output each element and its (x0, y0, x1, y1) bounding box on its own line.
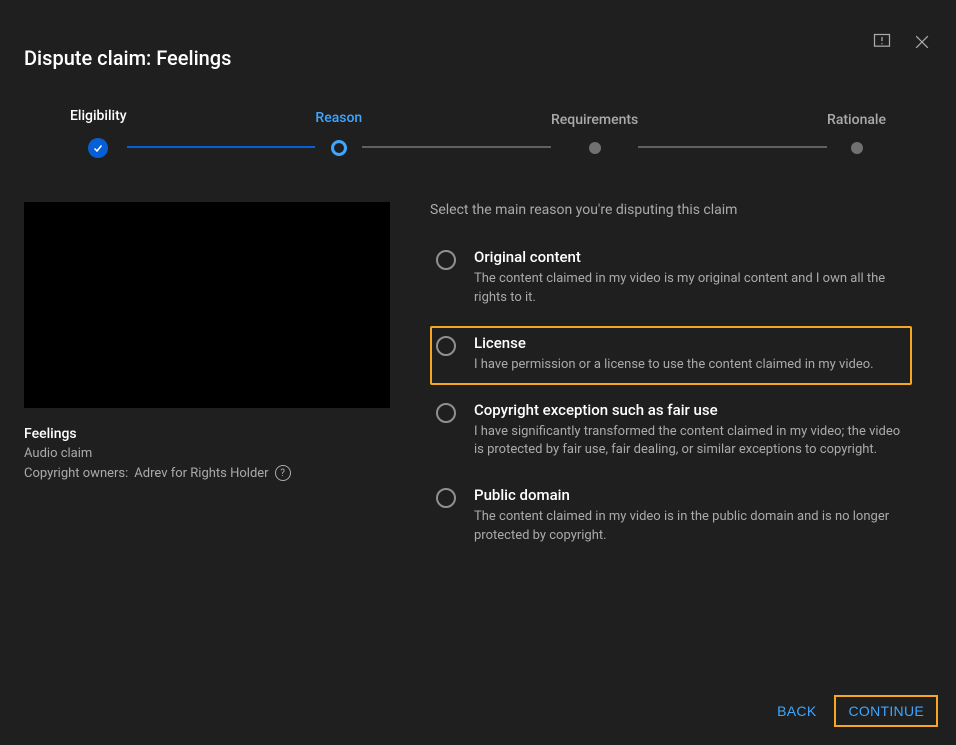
video-meta: Feelings Audio claim Copyright owners: A… (24, 426, 390, 481)
dialog-header: Dispute claim: Feelings (0, 0, 956, 70)
video-panel: Feelings Audio claim Copyright owners: A… (24, 202, 390, 556)
stepper: Eligibility Reason Requirements Rational… (70, 108, 886, 158)
reason-panel: Select the main reason you're disputing … (430, 202, 932, 556)
reason-prompt: Select the main reason you're disputing … (430, 202, 912, 218)
step-reason[interactable]: Reason (315, 110, 362, 156)
option-desc: The content claimed in my video is in th… (474, 508, 906, 546)
option-body: License I have permission or a license t… (474, 334, 906, 375)
dialog-footer: BACK CONTINUE (763, 695, 938, 727)
option-title: Copyright exception such as fair use (474, 401, 906, 419)
option-fair-use[interactable]: Copyright exception such as fair use I h… (430, 393, 912, 471)
step-label: Eligibility (70, 108, 127, 124)
step-line (127, 146, 316, 148)
step-label: Rationale (827, 112, 886, 128)
content: Feelings Audio claim Copyright owners: A… (0, 158, 956, 556)
claim-type: Audio claim (24, 446, 390, 461)
step-label: Reason (315, 110, 362, 126)
step-dot-active (331, 140, 347, 156)
step-rationale: Rationale (827, 112, 886, 154)
option-body: Public domain The content claimed in my … (474, 486, 906, 546)
owners-value: Adrev for Rights Holder (134, 466, 268, 481)
option-body: Copyright exception such as fair use I h… (474, 401, 906, 461)
video-title: Feelings (24, 426, 390, 442)
copyright-owners: Copyright owners: Adrev for Rights Holde… (24, 465, 390, 481)
option-desc: The content claimed in my video is my or… (474, 270, 906, 308)
option-title: Public domain (474, 486, 906, 504)
radio-icon (436, 250, 456, 270)
radio-icon (436, 403, 456, 423)
option-desc: I have significantly transformed the con… (474, 423, 906, 461)
back-button[interactable]: BACK (763, 695, 830, 727)
dialog-title: Dispute claim: Feelings (24, 24, 231, 70)
step-dot-pending (851, 142, 863, 154)
reason-options: Original content The content claimed in … (430, 240, 912, 556)
step-eligibility[interactable]: Eligibility (70, 108, 127, 158)
step-dot-completed (88, 138, 108, 158)
radio-icon (436, 488, 456, 508)
close-icon[interactable] (912, 32, 932, 52)
continue-button[interactable]: CONTINUE (834, 695, 938, 727)
step-requirements: Requirements (551, 112, 638, 154)
option-desc: I have permission or a license to use th… (474, 356, 906, 375)
option-body: Original content The content claimed in … (474, 248, 906, 308)
radio-icon (436, 336, 456, 356)
option-title: License (474, 334, 906, 352)
option-public-domain[interactable]: Public domain The content claimed in my … (430, 478, 912, 556)
step-label: Requirements (551, 112, 638, 128)
video-thumbnail[interactable] (24, 202, 390, 408)
option-license[interactable]: License I have permission or a license t… (430, 326, 912, 385)
step-line (362, 146, 551, 148)
option-original[interactable]: Original content The content claimed in … (430, 240, 912, 318)
option-title: Original content (474, 248, 906, 266)
header-icons (872, 24, 932, 52)
step-line (638, 146, 827, 148)
help-icon[interactable]: ? (275, 465, 291, 481)
owners-prefix: Copyright owners: (24, 466, 128, 481)
step-dot-pending (589, 142, 601, 154)
feedback-icon[interactable] (872, 32, 892, 52)
